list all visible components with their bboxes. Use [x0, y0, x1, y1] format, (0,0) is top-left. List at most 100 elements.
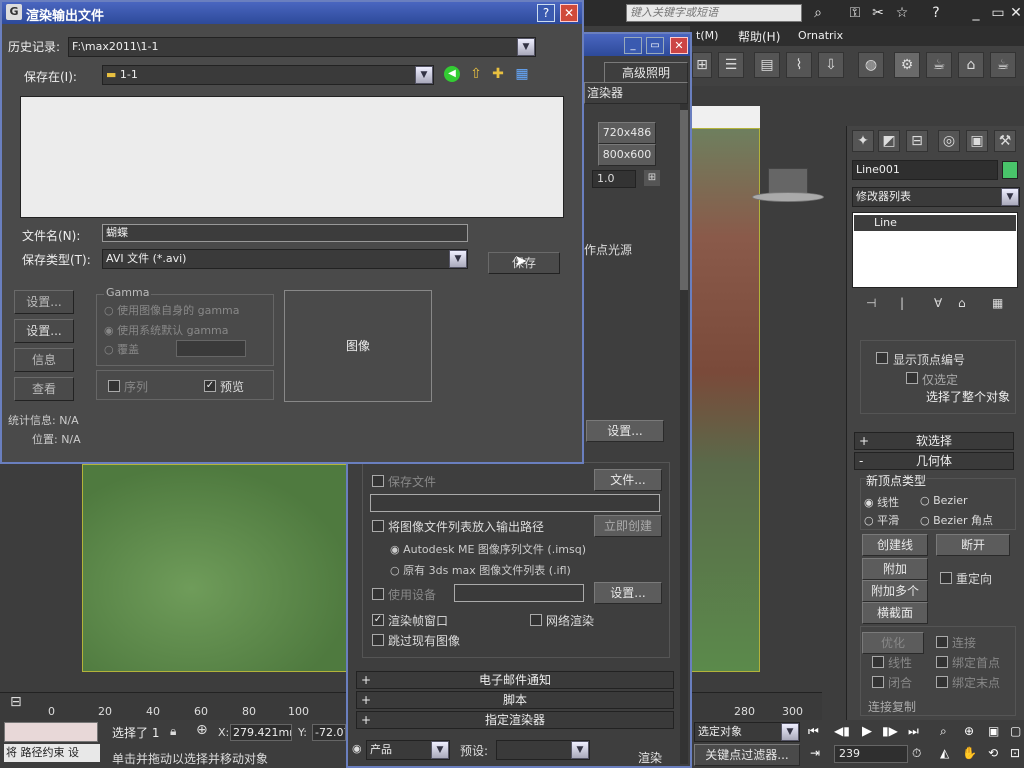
frame-field[interactable]: 239	[834, 745, 908, 763]
attach-button[interactable]: 附加	[862, 558, 928, 580]
break-button[interactable]: 断开	[936, 534, 1010, 556]
save-file-checkbox[interactable]	[372, 475, 384, 487]
rollout-script[interactable]: + 脚本	[356, 691, 674, 709]
bind-first-checkbox[interactable]	[936, 656, 948, 668]
sequence-checkbox[interactable]	[108, 380, 120, 392]
rendered-frame-icon[interactable]: ☕	[926, 52, 952, 78]
info-button[interactable]: 信息	[14, 348, 74, 372]
rollout-assign-renderer[interactable]: + 指定渲染器	[356, 711, 674, 729]
align-icon[interactable]: ⊞	[692, 52, 712, 78]
render-setup-close-icon[interactable]: ✕	[670, 37, 688, 54]
tab-renderer[interactable]: 渲染器	[584, 82, 688, 104]
preview-checkbox[interactable]: ✓	[204, 380, 216, 392]
zoom-all-icon[interactable]: ⊕	[964, 724, 974, 738]
curve-editor-icon[interactable]: ⌇	[786, 52, 812, 78]
modifier-list-dropdown[interactable]: 修改器列表 ▼	[852, 187, 1020, 207]
bind-last-checkbox[interactable]	[936, 676, 948, 688]
restore-icon[interactable]: ▭	[988, 4, 1008, 22]
refine-button[interactable]: 优化	[862, 632, 924, 654]
menu-item-help[interactable]: 帮助(H)	[738, 28, 780, 45]
object-color-swatch[interactable]	[1002, 161, 1018, 179]
gamma-override-radio[interactable]: ○ 覆盖	[104, 341, 139, 357]
pin-stack-icon[interactable]: ⊣	[866, 296, 876, 310]
next-frame-icon[interactable]: ▮▶	[882, 724, 898, 738]
lock-selection-icon[interactable]: 🔒︎	[170, 724, 176, 739]
res-720-button[interactable]: 720x486	[598, 122, 656, 144]
radio-linear[interactable]: ◉ 线性	[864, 494, 899, 510]
rollout-email[interactable]: + 电子邮件通知	[356, 671, 674, 689]
new-folder-icon[interactable]: ✚	[490, 66, 506, 82]
cross-section-button[interactable]: 横截面	[862, 602, 928, 624]
radio-product[interactable]: ◉	[352, 742, 362, 755]
file-list[interactable]	[20, 96, 564, 218]
attach-multiple-button[interactable]: 附加多个	[862, 580, 928, 602]
rollout-soft-selection[interactable]: + 软选择	[854, 432, 1014, 450]
configure-sets-icon[interactable]: ▦	[992, 296, 1003, 310]
render-production-icon[interactable]: ⌂	[958, 52, 984, 78]
closed-checkbox[interactable]	[872, 676, 884, 688]
y-coordinate-field[interactable]: -72.07	[312, 724, 346, 741]
render-setup-icon[interactable]: ⚙	[894, 52, 920, 78]
zoom-icon[interactable]: ⌕	[940, 724, 947, 739]
gamma-system-radio[interactable]: ◉ 使用系统默认 gamma	[104, 322, 229, 338]
selected-only-checkbox[interactable]	[906, 372, 918, 384]
use-device-checkbox[interactable]	[372, 588, 384, 600]
maximize-viewport-icon[interactable]: ⊡	[1010, 746, 1020, 760]
maxscript-listener-field[interactable]	[4, 722, 98, 742]
search-input[interactable]: 键入关键字或短语	[626, 4, 802, 22]
radio-smooth[interactable]: ○ 平滑	[864, 512, 899, 528]
res-800-button[interactable]: 800x600	[598, 144, 656, 166]
key-filters-button[interactable]: 关键点过滤器...	[694, 744, 800, 766]
goto-end-icon[interactable]: ⏭	[908, 724, 919, 739]
history-dropdown[interactable]: F:\max2011\1-1 ▼	[68, 37, 536, 57]
x-coordinate-field[interactable]: 279.421mm	[230, 724, 292, 741]
connect-checkbox[interactable]	[936, 636, 948, 648]
binoculars-icon[interactable]: ⌕	[808, 4, 828, 22]
product-dropdown[interactable]: 产品 ▼	[366, 740, 450, 760]
setup-button-2[interactable]: 设置...	[14, 319, 74, 343]
remove-modifier-icon[interactable]: ⌂	[958, 296, 966, 310]
modify-tab-icon[interactable]: ◩	[878, 130, 900, 152]
goto-start-icon[interactable]: ⏮	[808, 724, 819, 739]
reorient-checkbox[interactable]	[940, 572, 952, 584]
pan-icon[interactable]: ✋	[962, 746, 977, 760]
key-mode-icon[interactable]: ⇥	[810, 746, 820, 760]
play-icon[interactable]: ▶	[862, 724, 872, 739]
linear-checkbox[interactable]	[872, 656, 884, 668]
lock-aspect-icon[interactable]: ⊞	[644, 170, 660, 186]
viewport[interactable]	[690, 128, 760, 672]
render-settings-button[interactable]: 设置...	[586, 420, 664, 442]
gamma-auto-radio[interactable]: ○ 使用图像自身的 gamma	[104, 302, 240, 318]
view-button[interactable]: 查看	[14, 377, 74, 401]
up-folder-icon[interactable]: ⇧	[468, 66, 484, 82]
render-setup-maximize-icon[interactable]: ▭	[646, 37, 664, 54]
radio-bezier[interactable]: ○ Bezier	[920, 494, 968, 507]
grass-viewport-left[interactable]	[82, 464, 354, 672]
file-dialog-help-icon[interactable]: ?	[537, 4, 555, 22]
make-unique-icon[interactable]: ∀	[934, 296, 942, 310]
material-editor-icon[interactable]: ◍	[858, 52, 884, 78]
star-icon[interactable]: ☆	[892, 4, 912, 22]
menu-item-partial[interactable]: t(M)	[696, 29, 718, 42]
files-button[interactable]: 文件...	[594, 469, 662, 491]
device-field[interactable]	[454, 584, 584, 602]
output-path-field[interactable]	[370, 494, 660, 512]
radio-bezier-corner[interactable]: ○ Bezier 角点	[920, 512, 993, 528]
prev-frame-icon[interactable]: ◀▮	[834, 724, 850, 738]
tab-advanced-lighting[interactable]: 高级照明	[604, 62, 688, 84]
back-icon[interactable]: ◀	[444, 66, 460, 82]
put-list-checkbox[interactable]	[372, 520, 384, 532]
key-mode-dropdown[interactable]: 选定对象 ▼	[694, 722, 800, 742]
show-end-result-icon[interactable]: |	[900, 296, 904, 310]
modifier-stack-item[interactable]: Line	[854, 215, 1016, 231]
orbit-icon[interactable]: ⟲	[988, 746, 998, 760]
net-render-checkbox[interactable]	[530, 614, 542, 626]
minimize-icon[interactable]: _	[966, 4, 986, 22]
create-line-button[interactable]: 创建线	[862, 534, 928, 556]
dope-sheet-icon[interactable]: ⇩	[818, 52, 844, 78]
hierarchy-tab-icon[interactable]: ⊟	[906, 130, 928, 152]
render-button[interactable]: 渲染	[618, 748, 682, 768]
create-now-button[interactable]: 立即创建	[594, 515, 662, 537]
device-settings-button[interactable]: 设置...	[594, 582, 662, 604]
file-dialog-close-icon[interactable]: ✕	[560, 4, 578, 22]
